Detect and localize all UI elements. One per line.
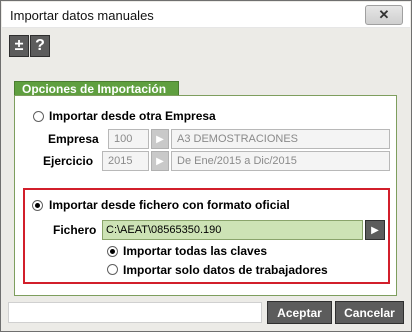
- radio-import-from-company-label[interactable]: Importar desde otra Empresa: [49, 109, 216, 123]
- title-bar: Importar datos manuales ✕: [2, 2, 410, 28]
- play-icon: ▶: [156, 155, 164, 167]
- empresa-lookup-button[interactable]: ▶: [151, 129, 169, 149]
- import-dialog: Importar datos manuales ✕ ± ? Opciones d…: [0, 0, 412, 332]
- empresa-name-field: A3 DEMOSTRACIONES: [171, 129, 390, 149]
- radio-import-workers-only-label[interactable]: Importar solo datos de trabajadores: [123, 263, 328, 277]
- play-icon: ▶: [156, 133, 164, 145]
- play-icon: ▶: [371, 224, 379, 236]
- ejercicio-lookup-button[interactable]: ▶: [151, 151, 169, 171]
- status-bar: [8, 302, 262, 323]
- radio-import-from-file-label[interactable]: Importar desde fichero con formato ofici…: [49, 198, 290, 212]
- fichero-label: Fichero: [53, 223, 97, 237]
- plus-minus-icon: ±: [14, 37, 24, 54]
- cancel-button[interactable]: Cancelar: [335, 301, 404, 324]
- window-title: Importar datos manuales: [10, 8, 154, 23]
- ejercicio-range-field: De Ene/2015 a Dic/2015: [171, 151, 390, 171]
- plus-minus-button[interactable]: ±: [9, 35, 29, 57]
- close-button[interactable]: ✕: [365, 5, 403, 25]
- accept-button[interactable]: Aceptar: [267, 301, 332, 324]
- radio-import-all-keys-label[interactable]: Importar todas las claves: [123, 244, 267, 258]
- empresa-label: Empresa: [48, 132, 99, 146]
- help-button[interactable]: ?: [30, 35, 50, 57]
- radio-import-all-keys[interactable]: [107, 246, 118, 257]
- help-icon: ?: [35, 37, 45, 54]
- ejercicio-label: Ejercicio: [43, 154, 94, 168]
- radio-import-from-file[interactable]: [32, 200, 43, 211]
- empresa-code-field[interactable]: 100: [108, 129, 149, 149]
- section-tab-import-options: Opciones de Importación: [14, 81, 179, 96]
- close-icon: ✕: [378, 7, 390, 22]
- browse-file-button[interactable]: ▶: [365, 220, 385, 240]
- radio-import-from-company[interactable]: [33, 111, 44, 122]
- fichero-path-field[interactable]: C:\AEAT\08565350.190: [102, 220, 363, 240]
- radio-import-workers-only[interactable]: [107, 264, 118, 275]
- ejercicio-year-field[interactable]: 2015: [102, 151, 149, 171]
